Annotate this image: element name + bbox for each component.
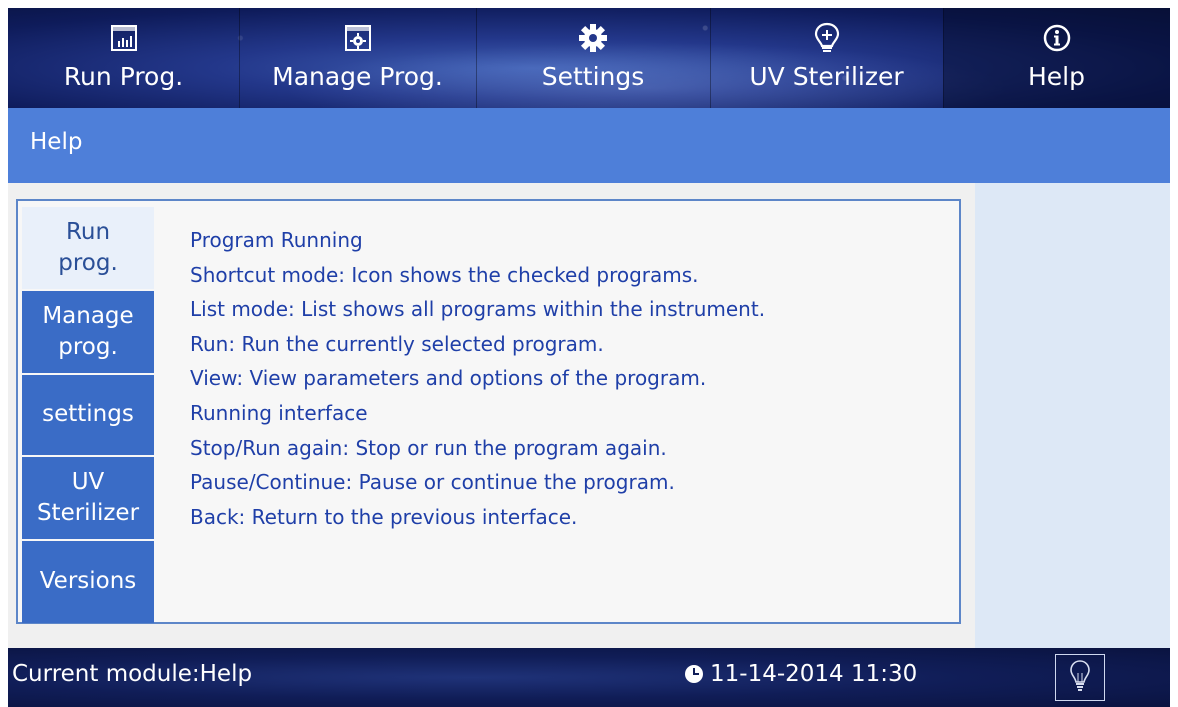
content-area: Run prog. Manage prog. settings UV Steri… bbox=[8, 183, 975, 648]
nav-help[interactable]: Help bbox=[943, 8, 1170, 108]
help-line: Stop/Run again: Stop or run the program … bbox=[190, 435, 667, 460]
nav-label: Run Prog. bbox=[63, 62, 184, 91]
help-box: Run prog. Manage prog. settings UV Steri… bbox=[16, 199, 961, 624]
bulb-icon bbox=[1069, 659, 1091, 697]
side-item-manage-prog[interactable]: Manage prog. bbox=[22, 291, 154, 375]
bar-chart-icon bbox=[106, 20, 142, 56]
nav-settings[interactable]: Settings bbox=[476, 8, 710, 108]
bulb-plus-icon bbox=[809, 20, 845, 56]
help-line: Program Running bbox=[190, 228, 363, 252]
screen: Run Prog. Manage Prog. Settings UV Steri… bbox=[8, 8, 1170, 707]
nav-label: Settings bbox=[541, 62, 645, 91]
help-line: Pause/Continue: Pause or continue the pr… bbox=[190, 470, 675, 495]
gear-box-icon bbox=[340, 20, 376, 56]
help-line: Back: Return to the previous interface. bbox=[190, 504, 578, 529]
page-title: Help bbox=[30, 129, 83, 155]
help-line: List mode: List shows all programs withi… bbox=[190, 297, 766, 322]
help-line: Running interface bbox=[190, 400, 368, 425]
gear-icon bbox=[575, 20, 611, 56]
datetime-text: 11-14-2014 11:30 bbox=[710, 661, 918, 687]
help-line: Run: Run the currently selected program. bbox=[190, 331, 604, 356]
bulb-button[interactable] bbox=[1055, 654, 1105, 701]
help-line: Shortcut mode: Icon shows the checked pr… bbox=[190, 262, 699, 287]
nav-manage-prog[interactable]: Manage Prog. bbox=[239, 8, 476, 108]
help-side-menu: Run prog. Manage prog. settings UV Steri… bbox=[22, 207, 154, 623]
nav-label: UV Sterilizer bbox=[749, 62, 904, 91]
side-item-settings[interactable]: settings bbox=[22, 375, 154, 457]
current-module: Current module:Help bbox=[12, 661, 253, 687]
clock-icon bbox=[684, 664, 704, 684]
side-item-versions[interactable]: Versions bbox=[22, 541, 154, 623]
nav-label: Manage Prog. bbox=[272, 62, 443, 91]
top-nav: Run Prog. Manage Prog. Settings UV Steri… bbox=[8, 8, 1170, 108]
nav-uv-sterilizer[interactable]: UV Sterilizer bbox=[710, 8, 943, 108]
title-bar: Help bbox=[8, 108, 1170, 183]
status-bar: Current module:Help 11-14-2014 11:30 bbox=[8, 648, 1170, 707]
info-icon bbox=[1039, 20, 1075, 56]
nav-run-prog[interactable]: Run Prog. bbox=[8, 8, 239, 108]
right-panel bbox=[975, 183, 1170, 648]
help-line: View: View parameters and options of the… bbox=[190, 366, 707, 391]
help-text: Program Running Shortcut mode: Icon show… bbox=[190, 223, 765, 534]
side-item-uv-sterilizer[interactable]: UV Sterilizer bbox=[22, 457, 154, 541]
side-item-run-prog[interactable]: Run prog. bbox=[22, 207, 154, 291]
nav-label: Help bbox=[1028, 62, 1085, 91]
status-datetime: 11-14-2014 11:30 bbox=[684, 661, 917, 687]
